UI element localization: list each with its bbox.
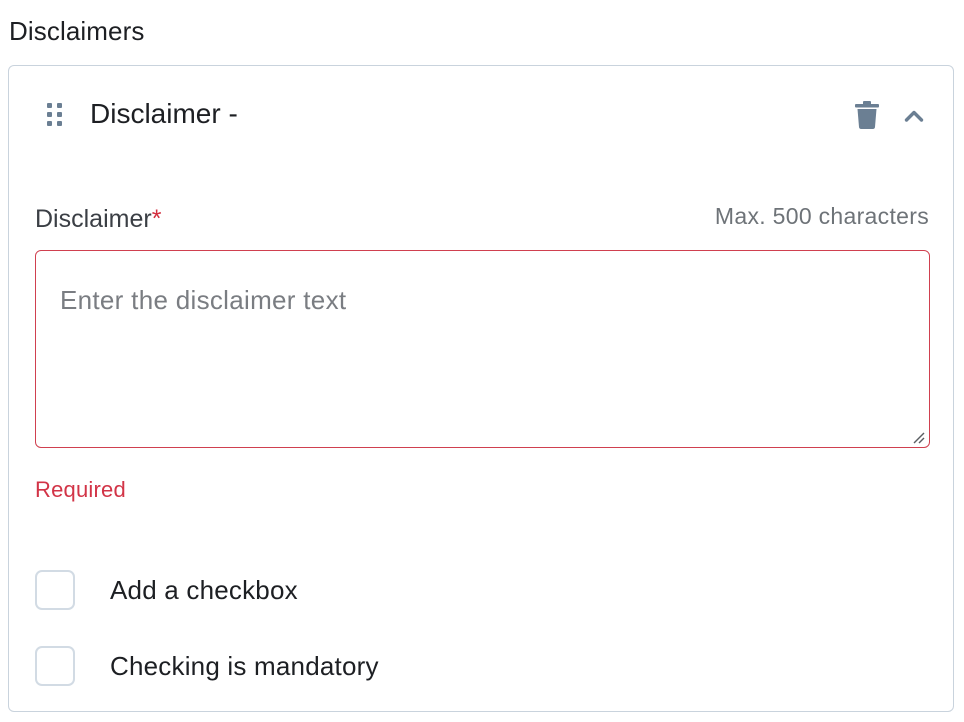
drag-handle-icon[interactable] <box>45 102 65 128</box>
disclaimer-card: Disclaimer - Disclaimer* Max. 500 charac… <box>8 65 954 712</box>
resize-handle-icon[interactable] <box>911 430 925 444</box>
card-title: Disclaimer - <box>90 98 238 129</box>
delete-button[interactable] <box>852 99 882 131</box>
trash-icon <box>855 101 879 129</box>
section-title: Disclaimers <box>9 16 145 46</box>
add-checkbox-checkbox[interactable] <box>35 570 75 610</box>
field-label-text: Disclaimer <box>35 205 152 233</box>
checking-mandatory-option[interactable]: Checking is mandatory <box>35 644 379 688</box>
add-checkbox-label: Add a checkbox <box>110 575 298 605</box>
char-limit-hint: Max. 500 characters <box>714 203 929 229</box>
disclaimer-field-label: Disclaimer* <box>35 202 161 236</box>
card-header: Disclaimer - <box>9 66 953 162</box>
checking-mandatory-checkbox[interactable] <box>35 646 75 686</box>
collapse-button[interactable] <box>899 101 929 131</box>
disclaimer-textarea[interactable] <box>35 250 930 448</box>
add-checkbox-option[interactable]: Add a checkbox <box>35 568 298 612</box>
checking-mandatory-label: Checking is mandatory <box>110 651 379 681</box>
required-marker: * <box>151 205 162 233</box>
field-error-message: Required <box>35 477 126 502</box>
chevron-up-icon <box>904 110 924 122</box>
